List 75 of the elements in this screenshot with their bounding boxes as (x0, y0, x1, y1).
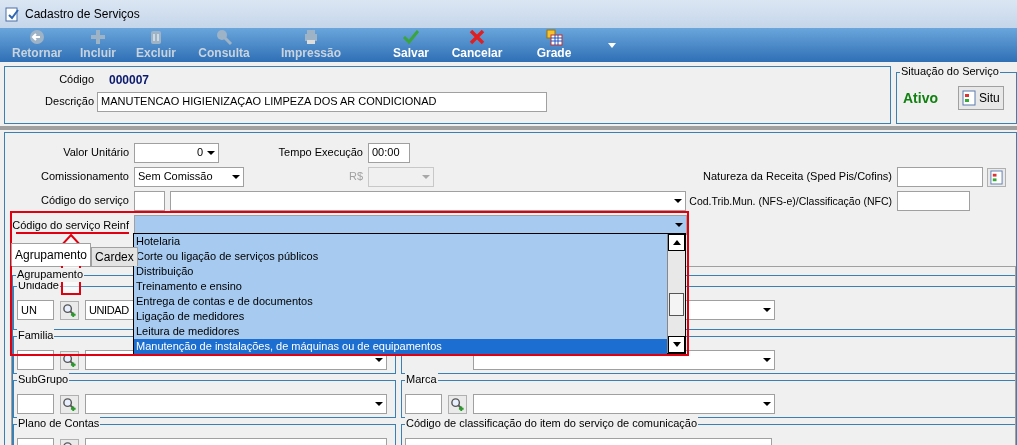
search-button[interactable] (60, 394, 79, 414)
municipal-code-field[interactable] (897, 191, 970, 211)
groupbox-legend: Agrupamento (16, 268, 85, 282)
dropdown-arrow-icon (232, 175, 240, 179)
dropdown-field[interactable] (85, 394, 387, 415)
toolbar-button[interactable]: Cancelar (440, 28, 514, 62)
lookup-button[interactable] (987, 167, 1006, 187)
dropdown-arrow-icon[interactable] (608, 43, 616, 48)
dropdown-arrow-icon (375, 358, 383, 363)
dropdown-arrow-icon (207, 151, 215, 155)
dropdown-arrow-icon (422, 175, 430, 179)
dropdown-field[interactable] (473, 394, 775, 415)
toolbar-button[interactable]: Salvar (382, 28, 440, 62)
status-button[interactable]: Situ (958, 86, 1004, 110)
dropdown-arrow-icon (763, 308, 771, 313)
dropdown-arrow-icon (674, 199, 682, 203)
dropdown-arrow-icon (763, 402, 771, 407)
revenue-nature-field[interactable] (897, 167, 983, 187)
search-icon (62, 396, 77, 412)
scroll-down-button[interactable] (668, 336, 685, 353)
field-label: Descrição (44, 95, 94, 109)
close-icon (468, 28, 486, 46)
status-value: Ativo (903, 89, 938, 107)
dropdown-option[interactable]: Leitura de medidores (134, 324, 667, 339)
field-label: Cod.Trib.Mun. (NFS-e)/Classificação (NFC) (688, 194, 892, 208)
field-label: Código do serviço Reinf (11, 219, 129, 231)
dropdown-arrow-icon (763, 358, 771, 363)
code-field[interactable] (17, 350, 54, 371)
groupbox-legend: Situação do Serviço (900, 65, 1000, 79)
field-label: Tempo Execução (277, 146, 363, 160)
document-icon (990, 169, 1003, 185)
groupbox-legend: SubGrupo (17, 373, 70, 387)
dropdown-option[interactable]: Ligação de medidores (134, 309, 667, 324)
checkmark-icon (402, 28, 420, 46)
field-label: Código do serviço (39, 194, 129, 208)
scroll-up-button[interactable] (668, 234, 685, 251)
document-icon (962, 90, 976, 106)
dropdown-option[interactable]: Entrega de contas e de documentos (134, 294, 667, 309)
dropdown-option[interactable]: Treinamento e ensino (134, 279, 667, 294)
search-icon (62, 302, 77, 318)
code-field[interactable]: UN (17, 300, 54, 321)
search-button[interactable] (448, 394, 467, 414)
search-icon (215, 28, 233, 46)
window-icon (4, 6, 20, 22)
field-label: Código (58, 73, 94, 87)
reinf-dropdown[interactable] (134, 215, 687, 235)
dropdown-option[interactable]: Distribuição (134, 264, 667, 279)
code-field[interactable] (17, 394, 54, 415)
dropdown-arrow-icon (675, 223, 683, 227)
unit-value-field[interactable]: 0 (134, 143, 219, 163)
tab[interactable]: Agrupamento (11, 243, 92, 267)
printer-icon (302, 28, 320, 46)
window-title: Cadastro de Serviços (25, 6, 140, 22)
dropdown-option[interactable]: Hotelaria (134, 234, 667, 249)
code-field[interactable] (405, 394, 442, 415)
groupbox-legend: Código de classificação do item do serviço de comunicação (405, 417, 699, 431)
back-icon (28, 28, 46, 46)
toolbar-button[interactable]: Grade (514, 28, 594, 62)
field-label: Comissionamento (39, 170, 129, 184)
field-label: R$ (347, 170, 363, 184)
description-field[interactable]: MANUTENCAO HIGIENIZAÇAO LIMPEZA DOS AR CONDICIONAD (97, 92, 547, 112)
tab[interactable]: Cardex (91, 247, 138, 267)
dropdown-arrow-icon (375, 402, 383, 407)
plus-icon (89, 28, 107, 46)
service-code-field[interactable] (134, 191, 165, 211)
search-button[interactable] (60, 300, 79, 320)
dropdown-option[interactable]: Manutenção de instalações, de máquinas ou de equipamentos (134, 339, 667, 354)
time-field[interactable]: 00:00 (368, 143, 410, 163)
field-label: Natureza da Receita (Sped Pis/Cofins) (702, 170, 892, 184)
field-label: Valor Unitário (62, 146, 129, 160)
code-value: 000007 (109, 72, 150, 88)
search-icon (450, 396, 465, 412)
table-icon (545, 28, 563, 46)
scrollbar-thumb[interactable] (669, 293, 684, 316)
commission-dropdown[interactable]: Sem Comissão (134, 167, 244, 187)
